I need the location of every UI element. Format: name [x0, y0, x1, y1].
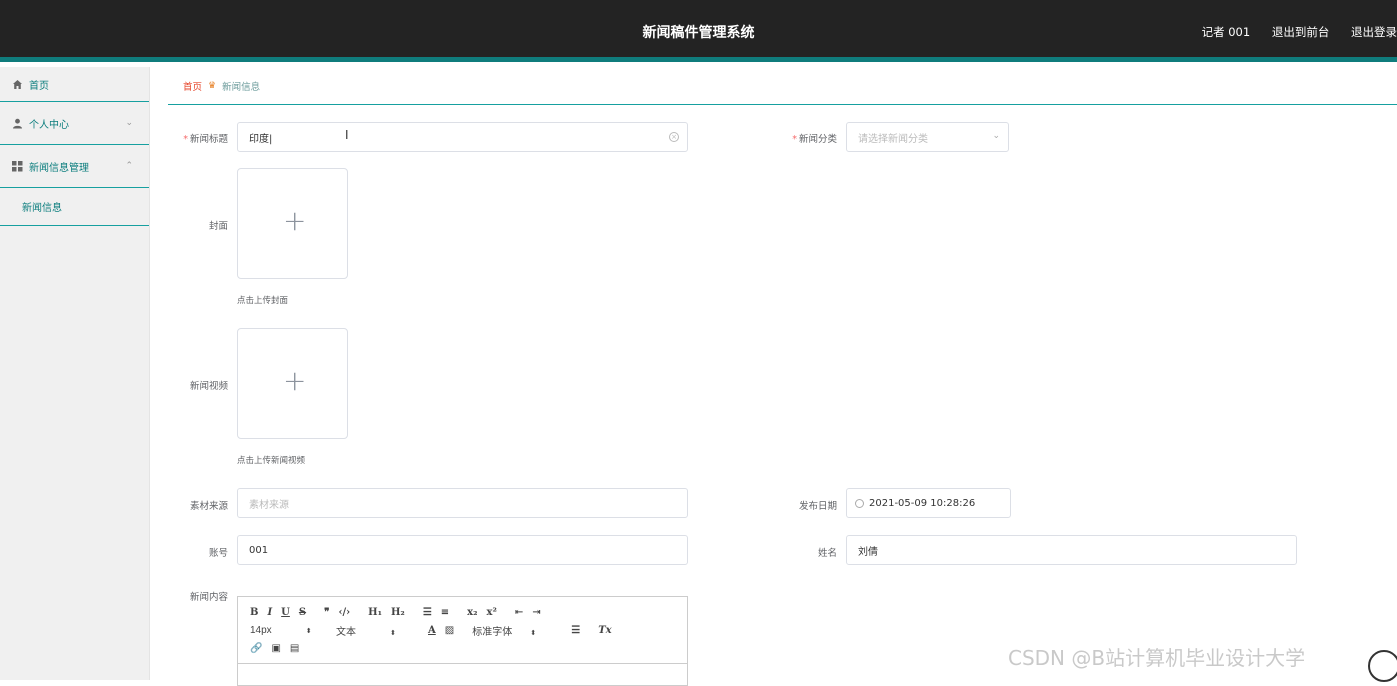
source-placeholder: 素材来源 — [249, 499, 289, 511]
sidebar-item-profile[interactable]: 个人中心 ⌄ — [0, 102, 149, 145]
link-icon[interactable]: 🔗 — [250, 643, 262, 654]
sidebar-subitem-label: 新闻信息 — [22, 203, 62, 214]
plus-icon: + — [283, 364, 307, 397]
main-content: 首页 ♛ 新闻信息 * 新闻标题 印度| I × * 新闻分类 请选择新闻分类 ⌄ … — [168, 67, 1397, 686]
current-user: 记者 001 — [1201, 25, 1251, 39]
cover-uploader[interactable]: + — [237, 168, 348, 279]
news-title-input[interactable]: 印度| I × — [237, 122, 688, 152]
blockquote-icon[interactable]: ❞ — [324, 607, 329, 618]
italic-icon[interactable]: I — [267, 607, 272, 618]
news-category-label: * 新闻分类 — [792, 134, 837, 145]
font-size-select[interactable]: 14px ⬍ — [250, 625, 322, 636]
clock-icon — [855, 498, 864, 508]
sidebar-item-label: 新闻信息管理 — [29, 162, 89, 174]
heading1-icon[interactable]: H₁ — [368, 607, 382, 618]
sidebar-item-label: 个人中心 — [29, 119, 69, 131]
breadcrumb-current: 新闻信息 — [222, 81, 261, 93]
content-label: 新闻内容 — [189, 592, 228, 603]
rich-text-editor[interactable]: B I U S ❞ ‹/› H₁ H₂ ☰ ≡ x₂ x² ⇤ ⇥ 14px ⬍ … — [237, 596, 688, 686]
cover-hint: 点击上传封面 — [237, 296, 289, 306]
video-icon[interactable]: ▤ — [290, 643, 299, 654]
news-title-value: 印度| — [249, 133, 273, 145]
publish-date-label: 发布日期 — [798, 501, 837, 512]
strike-icon[interactable]: S — [299, 607, 306, 618]
watermark: CSDN @B站计算机毕业设计大学 — [1008, 646, 1306, 670]
user-icon — [11, 117, 23, 129]
clear-format-icon[interactable]: Tx — [598, 625, 611, 636]
superscript-icon[interactable]: x² — [487, 607, 497, 618]
underline-icon[interactable]: U — [281, 607, 290, 618]
sidebar-item-label: 首页 — [29, 80, 49, 92]
category-placeholder: 请选择新闻分类 — [858, 133, 928, 145]
home-icon — [11, 78, 23, 90]
account-input[interactable]: 001 — [237, 535, 688, 565]
plus-icon: + — [283, 204, 307, 237]
top-header: 新闻稿件管理系统 记者 001 退出到前台 退出登录 — [0, 0, 1397, 62]
font-color-icon[interactable]: A — [428, 625, 436, 636]
sidebar-subitem-news-info[interactable]: 新闻信息 — [0, 188, 149, 226]
sidebar-item-news-management[interactable]: 新闻信息管理 ⌃ — [0, 145, 149, 188]
publish-date-picker[interactable]: 2021-05-09 10:28:26 — [846, 488, 1011, 518]
background-color-icon[interactable]: ▨ — [445, 625, 454, 636]
name-value: 刘倩 — [858, 546, 878, 558]
crown-icon: ♛ — [208, 80, 217, 91]
sidebar-item-home[interactable]: 首页 — [0, 67, 149, 102]
name-label: 姓名 — [817, 548, 837, 559]
cover-label: 封面 — [208, 221, 228, 232]
clear-icon[interactable]: × — [669, 132, 679, 142]
video-label: 新闻视频 — [189, 381, 228, 392]
header-type-select[interactable]: 文本 ⬍ — [336, 623, 414, 638]
font-family-select[interactable]: 标准字体 ⬍ — [472, 623, 557, 638]
exit-to-front-link[interactable]: 退出到前台 — [1272, 25, 1330, 39]
publish-date-value: 2021-05-09 10:28:26 — [869, 497, 976, 509]
align-icon[interactable]: ☰ — [571, 625, 580, 636]
video-hint: 点击上传新闻视频 — [237, 456, 306, 466]
source-input[interactable]: 素材来源 — [237, 488, 688, 518]
chevron-up-icon: ⌃ — [125, 161, 133, 171]
editor-toolbar: B I U S ❞ ‹/› H₁ H₂ ☰ ≡ x₂ x² ⇤ ⇥ 14px ⬍ … — [238, 597, 687, 664]
bold-icon[interactable]: B — [250, 607, 258, 618]
video-uploader[interactable]: + — [237, 328, 348, 439]
indent-icon[interactable]: ⇥ — [532, 607, 540, 618]
image-icon[interactable]: ▣ — [271, 643, 280, 654]
news-title-label: * 新闻标题 — [183, 134, 228, 145]
account-value: 001 — [249, 544, 269, 556]
source-label: 素材来源 — [189, 501, 228, 512]
name-input[interactable]: 刘倩 — [846, 535, 1297, 565]
breadcrumb-home-link[interactable]: 首页 — [183, 79, 202, 93]
header-actions: 记者 001 退出到前台 退出登录 — [1184, 24, 1397, 40]
ordered-list-icon[interactable]: ☰ — [423, 607, 432, 618]
account-label: 账号 — [208, 548, 228, 559]
breadcrumb: 首页 ♛ 新闻信息 — [168, 67, 1397, 105]
news-category-select[interactable]: 请选择新闻分类 ⌄ — [846, 122, 1009, 152]
heading2-icon[interactable]: H₂ — [391, 607, 405, 618]
code-icon[interactable]: ‹/› — [339, 607, 351, 618]
subscript-icon[interactable]: x₂ — [467, 607, 477, 618]
bullet-list-icon[interactable]: ≡ — [441, 607, 449, 618]
text-cursor-icon: I — [345, 128, 349, 142]
chevron-down-icon: ⌄ — [992, 131, 1000, 141]
logout-link[interactable]: 退出登录 — [1351, 25, 1397, 39]
grid-icon — [11, 160, 23, 172]
mascot-avatar — [1368, 650, 1397, 682]
outdent-icon[interactable]: ⇤ — [515, 607, 523, 618]
sidebar: 首页 个人中心 ⌄ 新闻信息管理 ⌃ 新闻信息 — [0, 67, 150, 680]
chevron-down-icon: ⌄ — [125, 118, 133, 128]
